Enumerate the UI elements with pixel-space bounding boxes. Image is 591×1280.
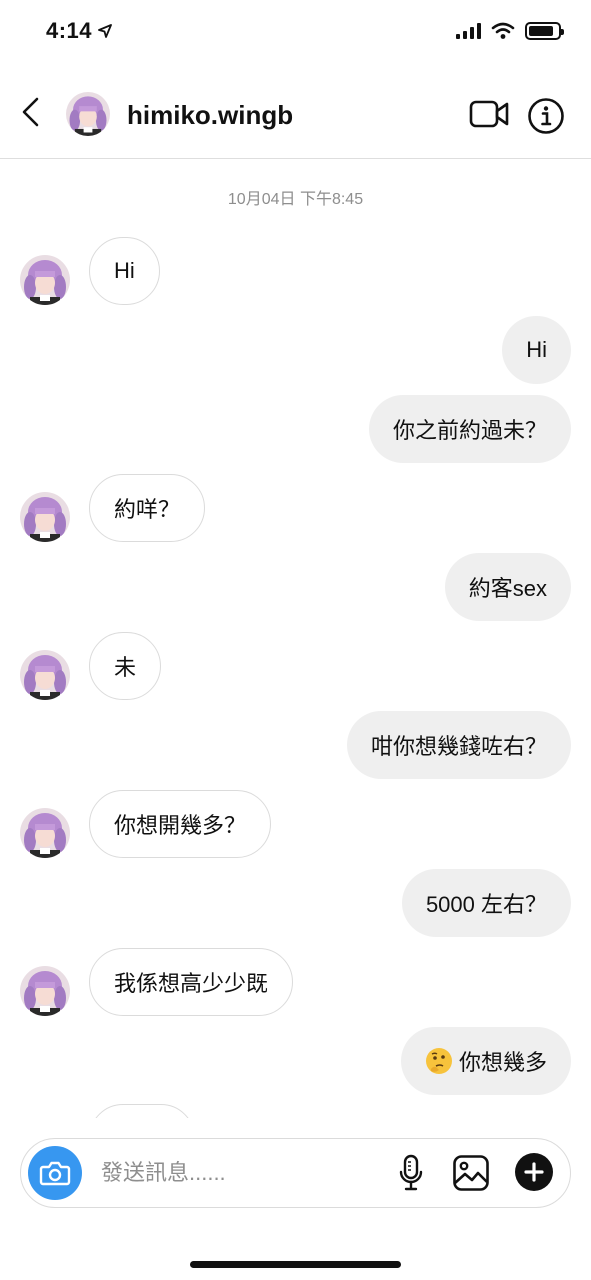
outgoing-message-bubble[interactable]: 你之前約過未？ [368, 395, 571, 463]
outgoing-message-bubble[interactable]: 你想幾多 [400, 1027, 571, 1095]
incoming-message-bubble-partial[interactable] [89, 1104, 195, 1118]
thread-timestamp: 10月04日 下午8:45 [227, 191, 364, 208]
avatar[interactable] [20, 966, 70, 1016]
message-row: 你之前約過未？ [0, 395, 591, 463]
outgoing-message-bubble[interactable]: 咁你想幾錢咗右？ [346, 711, 571, 779]
avatar-image [20, 255, 70, 305]
add-button[interactable] [515, 1153, 553, 1191]
image-gallery-icon [453, 1155, 489, 1191]
gallery-button[interactable] [451, 1153, 491, 1193]
thinking-face-icon [425, 1048, 452, 1074]
message-text: 我係想高少少既 [114, 971, 269, 996]
microphone-button[interactable] [396, 1153, 426, 1193]
message-row: 未 [0, 632, 591, 700]
message-text: 咁你想幾錢咗右？ [370, 734, 547, 759]
camera-icon [39, 1161, 71, 1186]
message-text: 約客sex [468, 576, 547, 601]
incoming-message-bubble[interactable]: 我係想高少少既 [89, 948, 294, 1016]
message-text: 未 [114, 655, 137, 680]
message-text: 你想開幾多？ [114, 813, 247, 838]
message-row: 約咩？ [0, 474, 591, 542]
message-row: 咁你想幾錢咗右？ [0, 711, 591, 779]
avatar[interactable] [20, 492, 70, 542]
outgoing-message-bubble[interactable]: Hi [502, 316, 571, 384]
message-text: 約咩？ [114, 497, 181, 522]
message-text: 你想幾多 [458, 1050, 547, 1075]
avatar-image [20, 650, 70, 700]
message-text: Hi [526, 337, 547, 362]
message-row: 約客sex [0, 553, 591, 621]
outgoing-message-bubble[interactable]: 5000 左右？ [401, 869, 571, 937]
message-row: Hi [0, 316, 591, 384]
avatar[interactable] [20, 808, 70, 858]
message-text: 5000 左右？ [425, 892, 547, 917]
outgoing-message-bubble[interactable]: 約客sex [444, 553, 571, 621]
message-text: Hi [114, 258, 135, 283]
incoming-message-bubble[interactable]: 未 [89, 632, 162, 700]
message-row: 你想開幾多？ [0, 790, 591, 858]
incoming-message-bubble[interactable]: 約咩？ [89, 474, 206, 542]
avatar-image [20, 808, 70, 858]
avatar[interactable] [20, 255, 70, 305]
avatar-image [20, 492, 70, 542]
incoming-message-bubble[interactable]: 你想開幾多？ [89, 790, 272, 858]
home-indicator[interactable] [190, 1261, 401, 1268]
message-text: 你之前約過未？ [392, 418, 547, 443]
camera-button[interactable] [28, 1146, 82, 1200]
incoming-message-bubble[interactable]: Hi [89, 237, 160, 305]
avatar-image [20, 966, 70, 1016]
plus-icon [524, 1162, 544, 1182]
avatar[interactable] [20, 650, 70, 700]
message-row: 你想幾多 [0, 1027, 591, 1095]
message-composer [20, 1138, 571, 1208]
microphone-icon [399, 1154, 423, 1191]
message-thread[interactable]: 10月04日 下午8:45 Hi Hi 你之前約過未？ 約咩？ 約客sex 未咁你想幾錢咗… [0, 0, 591, 1118]
message-row: 我係想高少少既 [0, 948, 591, 1016]
message-input[interactable] [101, 1155, 381, 1191]
message-row: Hi [0, 237, 591, 305]
message-row: 5000 左右？ [0, 869, 591, 937]
